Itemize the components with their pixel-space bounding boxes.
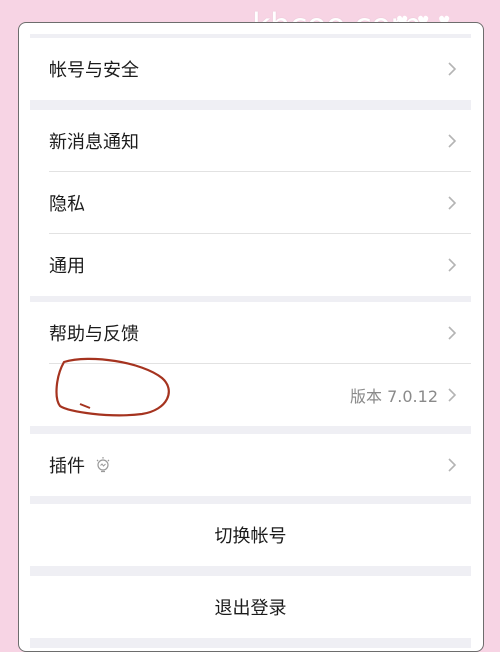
notifications-item[interactable]: 新消息通知 (30, 110, 471, 172)
chevron-right-icon (448, 134, 457, 148)
general-item[interactable]: 通用 (30, 234, 471, 296)
group-switch: 切换帐号 (30, 504, 471, 566)
chevron-right-icon (448, 388, 457, 402)
help-feedback-label: 帮助与反馈 (49, 324, 139, 345)
switch-account-button[interactable]: 切换帐号 (30, 504, 471, 566)
plugins-label: 插件 (49, 456, 85, 477)
general-label: 通用 (49, 256, 85, 277)
group-preferences: 新消息通知 隐私 通用 (30, 110, 471, 296)
chevron-right-icon (448, 326, 457, 340)
notifications-label: 新消息通知 (49, 132, 139, 153)
group-plugins: 插件 (30, 434, 471, 496)
redaction-scribble (55, 357, 170, 417)
group-account: 帐号与安全 (30, 38, 471, 100)
account-security-label: 帐号与安全 (49, 60, 139, 81)
log-out-button[interactable]: 退出登录 (30, 576, 471, 638)
switch-account-label: 切换帐号 (214, 526, 287, 547)
chevron-right-icon (448, 258, 457, 272)
version-label: 版本 7.0.12 (350, 387, 438, 406)
privacy-item[interactable]: 隐私 (30, 172, 471, 234)
lightbulb-icon (96, 457, 110, 473)
chevron-right-icon (448, 62, 457, 76)
plugins-item[interactable]: 插件 (30, 434, 471, 496)
account-security-item[interactable]: 帐号与安全 (30, 38, 471, 100)
log-out-label: 退出登录 (214, 598, 287, 619)
settings-screen: 帐号与安全 新消息通知 隐私 通用 帮助与反馈 版本 7.0.12 插件 切换帐… (30, 34, 471, 648)
chevron-right-icon (448, 196, 457, 210)
privacy-label: 隐私 (49, 194, 85, 215)
chevron-right-icon (448, 458, 457, 472)
group-logout: 退出登录 (30, 576, 471, 638)
